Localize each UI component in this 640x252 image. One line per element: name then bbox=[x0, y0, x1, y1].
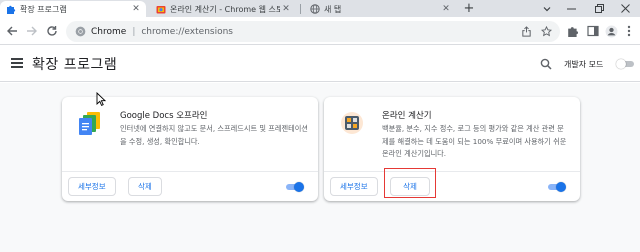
share-icon[interactable] bbox=[520, 25, 532, 37]
extension-name: Google Docs 오프라인 bbox=[120, 111, 208, 121]
extensions-puzzle-icon[interactable] bbox=[566, 24, 580, 38]
google-docs-offline-icon bbox=[78, 111, 102, 135]
browser-toolbar: Chrome | chrome://extensions bbox=[0, 17, 640, 45]
extension-enable-toggle[interactable] bbox=[546, 181, 566, 193]
extension-card-footer: 세부정보 삭제 bbox=[62, 171, 318, 201]
back-button[interactable] bbox=[5, 24, 19, 38]
chrome-webstore-icon bbox=[156, 4, 166, 14]
details-button[interactable]: 세부정보 bbox=[330, 177, 378, 196]
globe-icon bbox=[310, 4, 320, 14]
forward-button[interactable] bbox=[25, 24, 39, 38]
extension-description: 백분율, 분수, 지수 정수, 로그 등의 평가와 같은 계산 관련 문제를 해… bbox=[382, 124, 567, 158]
dev-mode-label: 개발자 모드 bbox=[564, 60, 604, 69]
side-panel-icon[interactable] bbox=[586, 24, 600, 38]
extensions-header: 확장 프로그램 개발자 모드 bbox=[0, 46, 640, 82]
tab-extensions[interactable]: 확장 프로그램 ✕ bbox=[0, 1, 146, 17]
omnibox-site-label: Chrome bbox=[91, 26, 127, 37]
bookmark-star-icon[interactable] bbox=[540, 25, 552, 37]
close-tab-icon[interactable]: ✕ bbox=[280, 3, 292, 15]
tab-label: 새 탭 bbox=[324, 4, 342, 14]
extension-card-google-docs: Google Docs 오프라인 인터넷에 연결하지 않고도 문서, 스프레드시… bbox=[62, 97, 318, 201]
dev-mode-toggle[interactable] bbox=[616, 58, 636, 70]
close-tab-icon[interactable]: ✕ bbox=[130, 3, 142, 15]
extension-description: 인터넷에 연결하지 않고도 문서, 스프레드시트 및 프레젠테이션을 수정, 생… bbox=[120, 124, 308, 146]
extension-enable-toggle[interactable] bbox=[284, 181, 304, 193]
chrome-menu-icon[interactable] bbox=[622, 24, 636, 38]
address-bar[interactable]: Chrome | chrome://extensions bbox=[66, 21, 560, 42]
chrome-logo-icon bbox=[74, 26, 86, 38]
extension-card-calculator: 온라인 계산기 백분율, 분수, 지수 정수, 로그 등의 평가와 같은 계산 … bbox=[324, 97, 580, 201]
tab-label: 온라인 계산기 - Chrome 웹 스토어 bbox=[170, 4, 280, 14]
calculator-icon bbox=[340, 111, 364, 135]
tab-webstore[interactable]: 온라인 계산기 - Chrome 웹 스토어 ✕ bbox=[150, 1, 296, 17]
details-button[interactable]: 세부정보 bbox=[68, 177, 116, 196]
remove-button[interactable]: 삭제 bbox=[128, 177, 162, 196]
page-title: 확장 프로그램 bbox=[32, 57, 118, 73]
omnibox-url: chrome://extensions bbox=[141, 26, 233, 37]
puzzle-icon bbox=[6, 4, 16, 14]
extension-card-footer: 세부정보 삭제 bbox=[324, 171, 580, 201]
hamburger-menu-icon[interactable] bbox=[11, 58, 23, 68]
tab-separator bbox=[300, 4, 301, 14]
minimize-icon[interactable] bbox=[556, 0, 586, 17]
tab-new-tab[interactable]: 새 탭 ✕ bbox=[304, 1, 456, 17]
highlight-box bbox=[384, 168, 436, 198]
profile-avatar-icon[interactable] bbox=[604, 24, 618, 38]
extensions-list: Google Docs 오프라인 인터넷에 연결하지 않고도 문서, 스프레드시… bbox=[0, 83, 640, 252]
mouse-cursor-icon bbox=[96, 91, 107, 106]
new-tab-button[interactable]: + bbox=[462, 1, 476, 16]
extension-name: 온라인 계산기 bbox=[382, 111, 432, 121]
tab-strip: 확장 프로그램 ✕ 온라인 계산기 - Chrome 웹 스토어 ✕ 새 탭 ✕… bbox=[0, 0, 640, 17]
close-window-icon[interactable] bbox=[610, 0, 640, 17]
search-icon[interactable] bbox=[540, 58, 552, 70]
reload-button[interactable] bbox=[45, 24, 59, 38]
omnibox-separator: | bbox=[132, 26, 136, 37]
close-tab-icon[interactable]: ✕ bbox=[440, 3, 452, 15]
tab-label: 확장 프로그램 bbox=[20, 4, 67, 14]
